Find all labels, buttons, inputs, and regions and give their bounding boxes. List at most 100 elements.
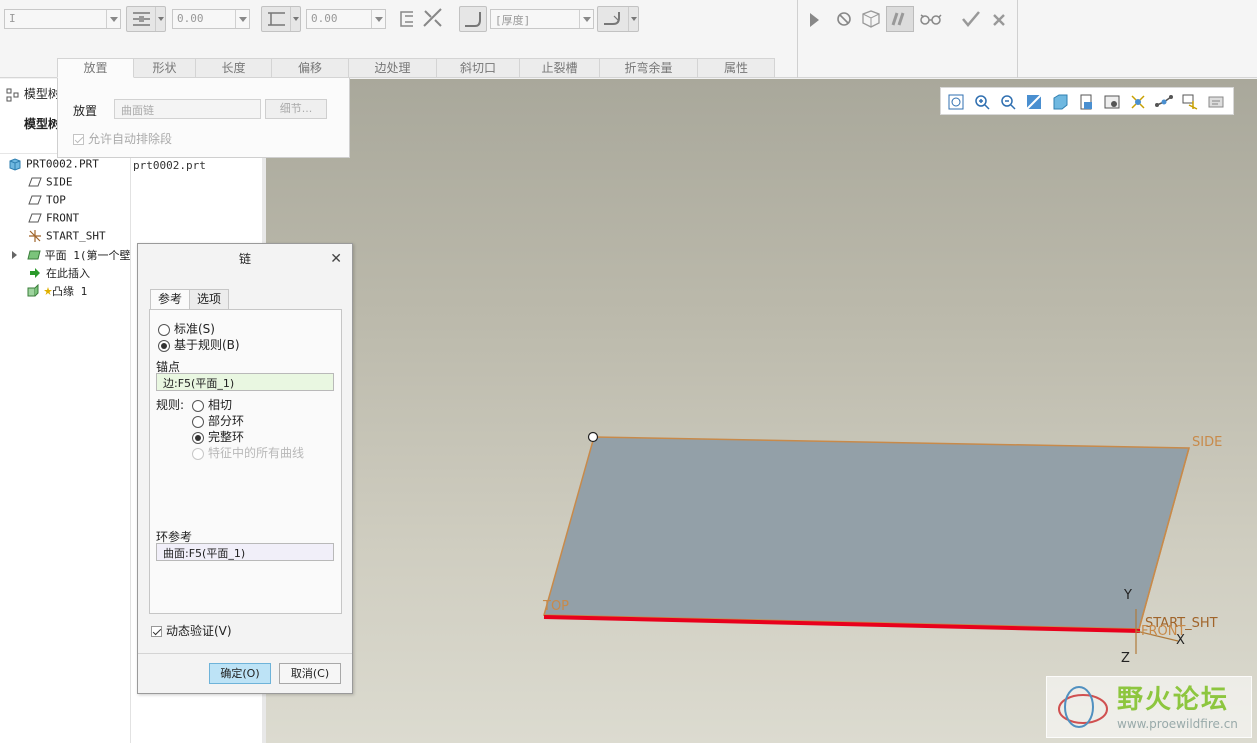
tab-options[interactable]: 选项 (189, 289, 230, 310)
tree-item-side[interactable]: SIDE (28, 175, 73, 193)
datum-plane-icon (28, 195, 42, 205)
radio-rule-based[interactable]: 基于规则(B) (158, 336, 240, 353)
type-combo[interactable]: I (4, 9, 121, 29)
tab-placement[interactable]: 放置 (57, 58, 134, 78)
rule-tangent[interactable]: 相切 (192, 396, 232, 413)
dynamic-validation-checkbox[interactable]: 动态验证(V) (151, 622, 232, 639)
label-top: TOP (543, 599, 570, 614)
rule-label: 规则: (156, 398, 185, 412)
datum-display-icon[interactable] (1129, 93, 1147, 111)
insert-here-arrow-icon (30, 268, 40, 278)
tree-item-label: START_SHT (46, 229, 106, 243)
tab-relief[interactable]: 止裂槽 (520, 58, 600, 78)
graphics-viewport[interactable]: SIDE TOP START_SHT FRONT Y X Z (266, 79, 1257, 743)
tree-item-flange[interactable]: 凸缘 1 (26, 283, 87, 301)
radio-standard[interactable]: 标准(S) (158, 320, 215, 337)
view-manager-icon[interactable] (1103, 93, 1121, 111)
anchor-field[interactable]: 边:F5(平面_1) (156, 373, 334, 391)
radio-rule-based-button[interactable] (158, 339, 170, 352)
model-tree-header[interactable]: 模型树 (6, 85, 60, 102)
close-icon[interactable] (992, 13, 1006, 27)
dialog-close-icon[interactable]: ✕ (330, 251, 342, 267)
radio-standard-button[interactable] (158, 323, 170, 336)
tab-shape[interactable]: 形状 (134, 58, 196, 78)
thickness-side-button[interactable] (126, 6, 166, 32)
thickness-param-combo[interactable]: [厚度] (490, 9, 594, 29)
dialog-separator (138, 653, 352, 654)
csys-display-icon[interactable] (1181, 93, 1199, 111)
rule-complete-loop-button[interactable] (192, 431, 204, 444)
model-tree-subheader: 模型树 (24, 117, 61, 131)
tab-properties[interactable]: 属性 (698, 58, 775, 78)
offset-side-button[interactable] (261, 6, 301, 32)
dynamic-validation-label: 动态验证(V) (166, 624, 232, 638)
tree-item-label: 在此插入 (46, 267, 90, 280)
check-icon[interactable] (961, 10, 981, 28)
anchor-point[interactable] (587, 431, 599, 443)
bend-thickness-button[interactable] (459, 6, 487, 32)
type-combo-value: I (9, 12, 16, 25)
tree-item-part[interactable]: PRT0002.PRT (8, 157, 99, 175)
zoom-out-icon[interactable] (999, 93, 1017, 111)
chain-tabs: 参考 选项 (150, 289, 230, 310)
tab-bend-allowance[interactable]: 折弯余量 (600, 58, 698, 78)
flip-material-icon[interactable] (421, 6, 445, 30)
display-style-icon[interactable] (1051, 93, 1069, 111)
datum-axis-display-icon[interactable] (1155, 93, 1173, 111)
bend-radius-button[interactable] (597, 6, 639, 32)
auto-exclude-checkbox-box[interactable] (73, 134, 84, 145)
verify-icon (891, 12, 905, 26)
tab-length[interactable]: 长度 (196, 58, 272, 78)
tree-item-start-sht[interactable]: START_SHT (28, 229, 106, 247)
tree-item-insert-here[interactable]: 在此插入 (28, 265, 90, 283)
repaint-icon[interactable] (1025, 93, 1043, 111)
flange-surface[interactable] (543, 436, 1190, 630)
rule-all-curves: 特征中的所有曲线 (192, 444, 304, 461)
model-canvas[interactable] (266, 79, 1257, 743)
tab-references[interactable]: 参考 (150, 289, 191, 310)
label-y: Y (1124, 588, 1132, 603)
dynamic-validation-checkbox-box[interactable] (151, 626, 162, 637)
tree-item-top[interactable]: TOP (28, 193, 66, 211)
ok-button[interactable]: 确定(O) (209, 663, 271, 684)
bracket-icon[interactable] (398, 10, 416, 28)
tab-miter[interactable]: 斜切口 (437, 58, 520, 78)
thickness-combo[interactable]: 0.00 (172, 9, 250, 29)
tab-offset[interactable]: 偏移 (272, 58, 349, 78)
expand-arrow-icon[interactable] (10, 248, 20, 262)
refit-icon[interactable] (947, 93, 965, 111)
tree-item-planar-wall[interactable]: 平面 1(第一个壁 (10, 247, 131, 265)
tree-file-name: prt0002.prt (133, 159, 206, 172)
glasses-icon[interactable] (920, 11, 942, 27)
details-button[interactable]: 细节... (265, 99, 327, 119)
rule-complete-loop[interactable]: 完整环 (192, 428, 244, 445)
zoom-in-icon[interactable] (973, 93, 991, 111)
offset-combo[interactable]: 0.00 (306, 9, 386, 29)
tree-item-label: SIDE (46, 175, 73, 189)
offset-icon (268, 12, 285, 26)
planar-wall-icon (26, 250, 41, 260)
chain-collector[interactable]: 曲面链 (114, 99, 261, 119)
csys-icon (29, 230, 41, 242)
auto-exclude-checkbox[interactable]: 允许自动排除段 (73, 130, 172, 147)
verify-preview-button[interactable] (886, 6, 914, 32)
tab-edge-treatment[interactable]: 边处理 (349, 58, 437, 78)
rule-partial-loop[interactable]: 部分环 (192, 412, 244, 429)
ribbon-divider (797, 0, 798, 78)
loop-reference-field[interactable]: 曲面:F5(平面_1) (156, 543, 334, 561)
play-icon[interactable] (808, 12, 820, 28)
cancel-button[interactable]: 取消(C) (279, 663, 341, 684)
datum-plane-icon (28, 177, 42, 187)
rule-tangent-button[interactable] (192, 399, 204, 412)
placement-panel: 放置 曲面链 细节... 允许自动排除段 (57, 78, 350, 158)
tree-item-front[interactable]: FRONT (28, 211, 79, 229)
annotation-display-icon[interactable] (1207, 93, 1225, 111)
pause-icon[interactable] (836, 11, 852, 27)
saved-views-icon[interactable] (1077, 93, 1095, 111)
radio-rule-based-label: 基于规则(B) (174, 338, 240, 352)
rule-complete-loop-label: 完整环 (208, 430, 245, 444)
watermark: 野火论坛 www.proewildfire.cn (1046, 676, 1252, 738)
preview-geometry-icon[interactable] (860, 9, 882, 29)
rule-partial-loop-button[interactable] (192, 415, 204, 428)
rule-all-curves-label: 特征中的所有曲线 (208, 446, 305, 460)
